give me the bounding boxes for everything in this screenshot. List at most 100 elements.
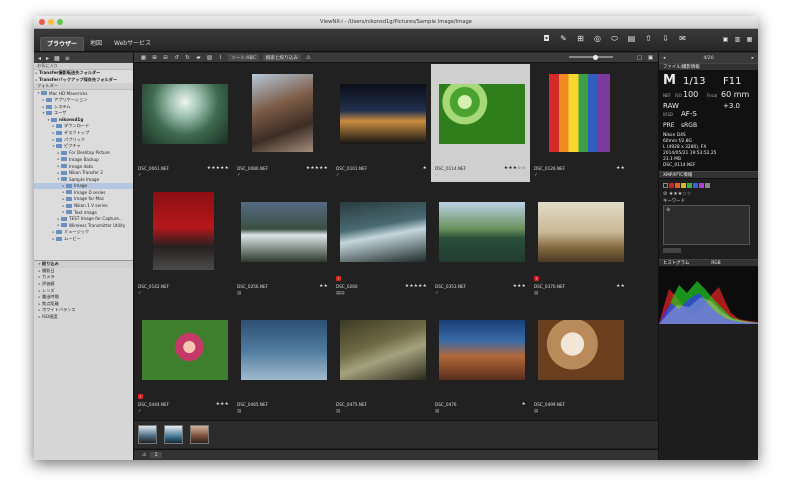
new-folder-icon[interactable]: ▦ (54, 55, 60, 62)
rating-stars[interactable]: ★★★ (216, 402, 229, 407)
thumbnail-image[interactable] (153, 192, 214, 270)
thumbnail-image[interactable] (142, 320, 228, 380)
label-selector[interactable] (663, 183, 710, 188)
thumbnail-cell[interactable]: DSC_0465.NEF ▤ (233, 300, 332, 418)
folder-item[interactable]: ▸ Image data (34, 163, 133, 170)
large-thumb-icon[interactable]: ▢ (636, 54, 643, 61)
filter-item[interactable]: ▸ カメラ (34, 274, 133, 281)
folder-item[interactable]: ▾ ユーザ (34, 110, 133, 117)
filmstrip-thumb[interactable] (138, 425, 157, 444)
folder-item[interactable]: ▾ ピクチャ (34, 143, 133, 150)
thumbnail-cell[interactable]: ! DSC_0444.NEF ★★★ ✓ (134, 300, 233, 418)
transfer-icon[interactable]: ⇩ (660, 33, 671, 44)
folder-item[interactable]: ▸ For Desktop Picture (34, 150, 133, 157)
folder-item[interactable]: ▸ システム (34, 103, 133, 110)
attach-icon[interactable]: ⌇ (217, 54, 224, 61)
thumbnail-cell[interactable]: DSC_0126.NEF ★★ ✓ (530, 64, 629, 182)
thumbnail-image[interactable] (241, 202, 327, 262)
thumbnail-cell[interactable]: DSC_0142.NEF ✓ (134, 182, 233, 300)
thumbnail-cell[interactable]: DSC_0061.NEF ★★★★★ ✓ (134, 64, 233, 182)
camera-icon[interactable]: ◘ (541, 33, 552, 44)
thumbnail-image[interactable] (340, 84, 426, 144)
thumbnail-cell[interactable]: DSC_0476 ★ ▤ (431, 300, 530, 418)
folder-item[interactable]: ▸ デスクトップ (34, 130, 133, 137)
folder-item[interactable]: ▸ アプリケーション (34, 97, 133, 104)
thumbnail-image[interactable] (439, 202, 525, 262)
search-filter-button[interactable]: 検索と絞り込み (262, 54, 301, 61)
thumbnail-image[interactable] (241, 320, 327, 380)
folder-item[interactable]: ▸ ミュージック (34, 229, 133, 236)
folder-item[interactable]: ▸ Image (34, 182, 133, 190)
tab-browser[interactable]: ブラウザー (40, 37, 85, 51)
add-keyword-icon[interactable]: ⊕ (666, 207, 670, 213)
preset-button[interactable] (663, 248, 681, 253)
thumbnail-cell[interactable]: DSC_0101.NEF ★ ✓ (332, 64, 431, 182)
print-icon[interactable]: ▤ (626, 33, 637, 44)
thumbnail-cell[interactable]: DSC_0475.NEF ▤ (332, 300, 431, 418)
filter-item[interactable]: ▸ 焦点距離 (34, 301, 133, 308)
favorites-header[interactable]: お気に入り (34, 63, 133, 70)
thumbnail-cell[interactable]: DSC_0353.NEF ★★★ ✓ (431, 182, 530, 300)
view-mode-icon[interactable]: ▦ (140, 54, 147, 61)
thumbnail-image[interactable] (142, 84, 228, 144)
filter-item[interactable]: ▸ ISO感度 (34, 314, 133, 321)
rating-stars[interactable]: ★★ (616, 284, 625, 289)
filter-icon[interactable]: ⚠ (305, 54, 312, 61)
histogram-mode[interactable]: RGB (711, 261, 720, 266)
thumbnail-cell[interactable]: DSC_0499.NEF ▤ (530, 300, 629, 418)
edit-icon[interactable]: ✎ (558, 33, 569, 44)
movie-edit-icon[interactable]: ⊞ (575, 33, 586, 44)
share-icon[interactable]: ⬭ (609, 33, 620, 44)
folder-item[interactable]: ▸ Image D series (34, 189, 133, 196)
thumbnail-image[interactable] (252, 74, 313, 152)
protect-icon[interactable]: ▧ (206, 54, 213, 61)
filter-item[interactable]: ▸ ホワイトバランス (34, 307, 133, 314)
thumbnail-image[interactable] (549, 74, 610, 152)
folder-item[interactable]: ▾ Sample Image (34, 176, 133, 183)
sort-button[interactable]: ソート:ABC (228, 54, 259, 61)
thumbnail-cell[interactable]: ! DSC_0370.NEF ★★ ▤ (530, 182, 629, 300)
filter-item[interactable]: ▸ 評価値 (34, 281, 133, 288)
folder-item[interactable]: ▸ Text image (34, 209, 133, 216)
thumbnail-cell[interactable]: ! DSC_0260 ★★★★★ ▤▤ (332, 182, 431, 300)
grid-icon[interactable]: ⊞ (151, 54, 158, 61)
columns-icon[interactable]: ▥ (733, 35, 742, 44)
thumbnail-cell[interactable]: DSC_0256.NEF ★★ ▤ (233, 182, 332, 300)
slider-handle[interactable] (593, 54, 598, 60)
next-image-icon[interactable]: ▸ (752, 56, 754, 61)
thumbnail-image[interactable] (439, 320, 525, 380)
thumbnail-image[interactable] (439, 84, 525, 144)
back-icon[interactable]: ◂ (38, 55, 41, 62)
thumbnail-image[interactable] (340, 202, 426, 262)
compare-icon[interactable]: ⊟ (162, 54, 169, 61)
previous-image-icon[interactable]: ◂ (663, 56, 665, 61)
filter-status-icon[interactable]: ⚠ (142, 452, 146, 458)
filmstrip-thumb[interactable] (164, 425, 183, 444)
thumbnail-size-slider[interactable] (569, 56, 613, 58)
folder-item[interactable]: ▸ Image for Mac (34, 196, 133, 203)
folder-item[interactable]: ▸ パブリック (34, 136, 133, 143)
histogram-header[interactable]: ヒストグラム RGB (659, 259, 758, 267)
rating-stars[interactable]: ⊘ ★★★☆☆ (663, 191, 691, 197)
folder-item[interactable]: ▸ ダウンロード (34, 123, 133, 130)
forward-icon[interactable]: ▸ (46, 55, 49, 62)
folder-item[interactable]: ▸ Image Backup (34, 156, 133, 163)
filter-item[interactable]: ▸ レンズ (34, 287, 133, 294)
fit-icon[interactable]: ▣ (647, 54, 654, 61)
rating-stars[interactable]: ★★★★★ (405, 284, 427, 289)
folder-icon[interactable]: ▰ (195, 54, 202, 61)
folder-item[interactable]: ▸ ムービー (34, 235, 133, 242)
rating-stars[interactable]: ★★ (616, 166, 625, 171)
folder-item[interactable]: ▾ nikonsd1g (34, 117, 133, 124)
folder-item[interactable]: ▸ Nikon Transfer 2 (34, 169, 133, 176)
folders-header[interactable]: フォルダー (34, 83, 133, 91)
thumbnail-cell[interactable]: DSC_0080.NEF ★★★★★ ✓ (233, 64, 332, 182)
favorite-item[interactable]: ▸ Transfer撮影転送先フォルダー (34, 70, 133, 77)
filter-item[interactable]: ▸ 露出時間 (34, 294, 133, 301)
rating-stars[interactable]: ★★★☆☆ (504, 166, 526, 171)
xmp-header[interactable]: XMP/IPTC情報 (659, 171, 758, 179)
filmstrip-thumb[interactable] (190, 425, 209, 444)
rating-stars[interactable]: ★★★★★ (306, 166, 328, 171)
filter-header[interactable]: ▾ 絞り込み (34, 261, 133, 268)
mail-icon[interactable]: ✉ (677, 33, 688, 44)
